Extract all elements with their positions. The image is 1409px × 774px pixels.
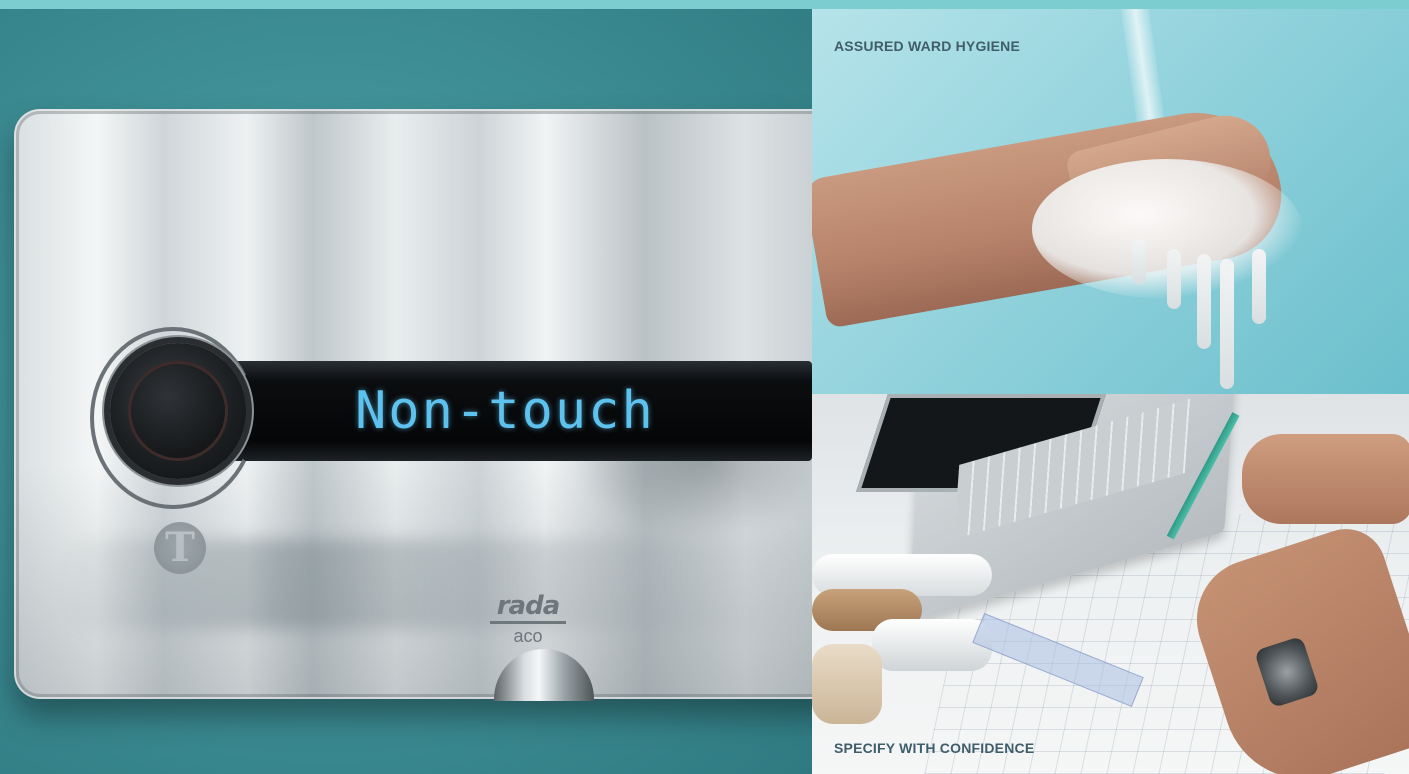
- specify-photo: SPECIFY WITH CONFIDENCE: [812, 394, 1409, 774]
- hygiene-caption: ASSURED WARD HYGIENE: [834, 38, 1021, 54]
- foam-drip: [1220, 259, 1234, 389]
- foam-drip: [1132, 239, 1146, 284]
- brand-name: rada: [496, 591, 561, 621]
- hygiene-photo: ASSURED WARD HYGIENE: [812, 9, 1409, 394]
- display-readout: Non-touch: [355, 381, 655, 441]
- t-logo-icon: T: [154, 522, 206, 574]
- specify-caption: SPECIFY WITH CONFIDENCE: [834, 740, 1035, 756]
- foam-drip: [1197, 254, 1211, 349]
- top-band: [0, 0, 1409, 9]
- foam-drip: [1167, 249, 1181, 309]
- paper-roll: [872, 619, 992, 671]
- brand-sub: aco: [513, 626, 543, 646]
- paper-roll: [812, 644, 882, 724]
- foam-drip: [1252, 249, 1266, 324]
- drawing-hand-top: [1242, 434, 1409, 524]
- sensor-lens: [128, 361, 228, 461]
- hero-product-image: Non-touch T rada aco: [0, 9, 812, 774]
